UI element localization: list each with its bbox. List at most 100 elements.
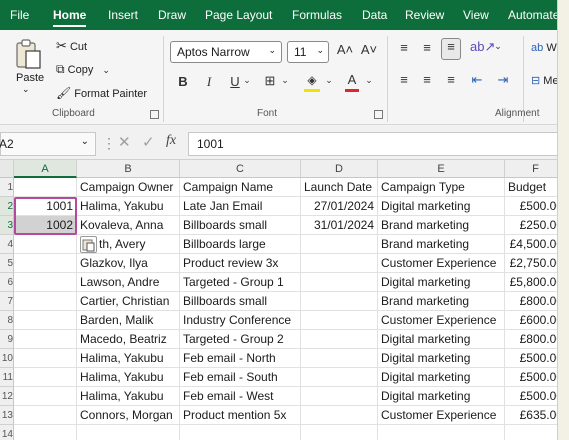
table-cell[interactable] [378, 425, 505, 440]
table-cell[interactable]: Digital marketing [378, 387, 505, 406]
table-cell[interactable]: Feb email - North [180, 349, 301, 368]
menu-draw[interactable]: Draw [158, 8, 186, 22]
table-cell[interactable] [14, 368, 77, 387]
table-cell[interactable]: 27/01/2024 [301, 197, 378, 216]
font-color-button[interactable]: A [343, 72, 361, 94]
column-header-f[interactable]: F [505, 160, 557, 178]
table-cell[interactable]: £600.00 [505, 311, 557, 330]
underline-dropdown-icon[interactable]: ⌄ [242, 75, 252, 86]
table-cell[interactable]: Feb email - West [180, 387, 301, 406]
table-cell[interactable]: Halima, Yakubu [77, 368, 180, 387]
row-header[interactable]: 1 [0, 178, 14, 197]
orientation-icon[interactable]: ab↗ [470, 39, 495, 55]
header-cell[interactable]: Budget [505, 178, 557, 197]
table-cell[interactable]: Cartier, Christian [77, 292, 180, 311]
paste-dropdown-icon[interactable]: ⌄ [22, 84, 30, 95]
table-cell[interactable]: Halima, Yakubu [77, 349, 180, 368]
decrease-indent-icon[interactable]: ⇤ [468, 72, 486, 88]
row-header[interactable]: 11 [0, 368, 14, 387]
row-header[interactable]: 14 [0, 425, 14, 440]
table-cell[interactable]: Billboards small [180, 216, 301, 235]
enter-icon[interactable]: ✓ [142, 133, 155, 151]
menu-page-layout[interactable]: Page Layout [205, 8, 272, 22]
table-cell[interactable]: £250.00 [505, 216, 557, 235]
column-header-c[interactable]: C [180, 160, 301, 178]
font-size-select[interactable]: 11 ⌄ [287, 41, 329, 63]
row-header[interactable]: 2 [0, 197, 14, 216]
table-cell[interactable]: Industry Conference [180, 311, 301, 330]
table-cell[interactable] [14, 311, 77, 330]
copy-button[interactable]: ⧉ Copy ⌄ [56, 62, 110, 82]
align-top-icon[interactable]: ≡ [396, 40, 412, 55]
table-cell[interactable]: 1002 [14, 216, 77, 235]
formula-input[interactable]: 1001 [188, 132, 557, 156]
table-cell[interactable] [14, 330, 77, 349]
table-cell[interactable]: £635.00 [505, 406, 557, 425]
table-cell[interactable] [301, 387, 378, 406]
table-cell[interactable] [301, 330, 378, 349]
table-cell[interactable]: Targeted - Group 1 [180, 273, 301, 292]
header-cell[interactable]: Campaign Name [180, 178, 301, 197]
table-cell[interactable]: Lawson, Andre [77, 273, 180, 292]
table-cell[interactable]: Digital marketing [378, 349, 505, 368]
underline-button[interactable]: U [228, 74, 242, 89]
align-center-icon[interactable]: ≡ [419, 72, 435, 87]
copy-dropdown-icon[interactable]: ⌄ [102, 65, 110, 75]
more-options-icon[interactable]: ⋮ [102, 135, 116, 152]
header-cell[interactable] [14, 178, 77, 197]
table-cell[interactable]: Brand marketing [378, 292, 505, 311]
table-cell[interactable]: Barden, Malik [77, 311, 180, 330]
table-cell[interactable] [301, 235, 378, 254]
table-cell[interactable] [301, 273, 378, 292]
column-header-d[interactable]: D [301, 160, 378, 178]
table-cell[interactable]: Billboards large [180, 235, 301, 254]
row-header[interactable]: 10 [0, 349, 14, 368]
table-cell[interactable]: Targeted - Group 2 [180, 330, 301, 349]
table-cell[interactable] [301, 292, 378, 311]
table-cell[interactable] [301, 349, 378, 368]
row-header[interactable]: 9 [0, 330, 14, 349]
table-cell[interactable] [301, 311, 378, 330]
table-cell[interactable] [14, 273, 77, 292]
align-right-icon[interactable]: ≡ [443, 72, 459, 87]
table-cell[interactable]: Customer Experience [378, 254, 505, 273]
table-cell[interactable]: Brand marketing [378, 216, 505, 235]
table-cell[interactable]: £2,750.00 [505, 254, 557, 273]
header-cell[interactable]: Campaign Owner [77, 178, 180, 197]
table-cell[interactable] [301, 425, 378, 440]
increase-indent-icon[interactable]: ⇥ [494, 72, 512, 88]
align-middle-icon[interactable]: ≡ [419, 40, 435, 55]
menu-view[interactable]: View [463, 8, 489, 22]
table-cell[interactable]: £800.00 [505, 330, 557, 349]
table-cell[interactable] [301, 254, 378, 273]
table-cell[interactable]: Macedo, Beatriz [77, 330, 180, 349]
table-cell[interactable]: Customer Experience [378, 311, 505, 330]
table-cell[interactable]: Glazkov, Ilya [77, 254, 180, 273]
table-cell[interactable]: £4,500.00 [505, 235, 557, 254]
table-cell[interactable]: Customer Experience [378, 406, 505, 425]
table-cell[interactable]: Digital marketing [378, 330, 505, 349]
table-cell[interactable]: Product review 3x [180, 254, 301, 273]
table-cell[interactable] [14, 406, 77, 425]
table-cell[interactable] [180, 425, 301, 440]
table-cell[interactable]: Digital marketing [378, 197, 505, 216]
table-cell[interactable] [14, 349, 77, 368]
select-all-corner[interactable] [0, 160, 14, 178]
bold-button[interactable]: B [176, 74, 190, 89]
table-cell[interactable] [14, 292, 77, 311]
clipboard-launcher-icon[interactable]: ↘ [150, 110, 159, 119]
menu-review[interactable]: Review [405, 8, 444, 22]
row-header[interactable]: 4 [0, 235, 14, 254]
table-cell[interactable]: £5,800.00 [505, 273, 557, 292]
table-cell[interactable] [77, 425, 180, 440]
header-cell[interactable]: Campaign Type [378, 178, 505, 197]
table-cell[interactable]: Feb email - South [180, 368, 301, 387]
menu-automate[interactable]: Automate [508, 8, 557, 22]
table-cell[interactable]: 1001 [14, 197, 77, 216]
menu-insert[interactable]: Insert [108, 8, 138, 22]
row-header[interactable]: 13 [0, 406, 14, 425]
column-header-e[interactable]: E [378, 160, 505, 178]
format-painter-button[interactable]: 🖌 Format Painter [56, 86, 147, 106]
table-cell[interactable] [14, 387, 77, 406]
row-header[interactable]: 3 [0, 216, 14, 235]
